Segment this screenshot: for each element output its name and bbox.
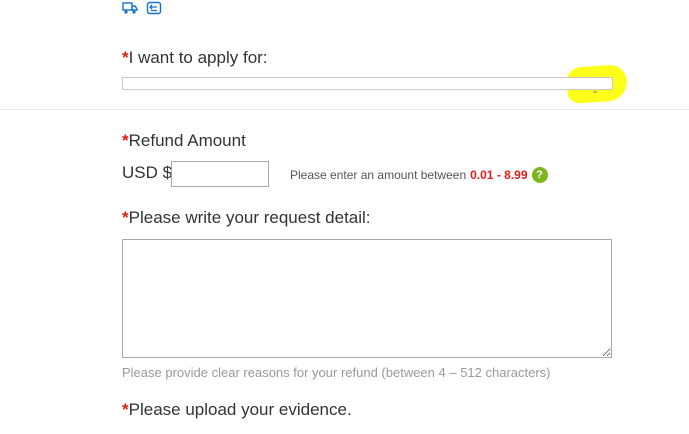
delivery-truck-icon[interactable]	[122, 1, 138, 15]
refund-amount-label-text: Refund Amount	[128, 131, 246, 150]
evidence-label-text: Please upload your evidence.	[128, 400, 352, 419]
return-box-icon[interactable]	[146, 1, 162, 15]
apply-for-label-text: I want to apply for:	[128, 48, 268, 67]
evidence-label: *Please upload your evidence.	[122, 400, 352, 420]
required-mark: *	[122, 48, 129, 67]
apply-for-label: *I want to apply for:	[122, 48, 268, 68]
required-mark: *	[122, 208, 129, 227]
top-icon-row	[122, 1, 162, 15]
refund-amount-label: *Refund Amount	[122, 131, 246, 151]
required-mark: *	[122, 131, 129, 150]
required-mark: *	[122, 400, 129, 419]
chevron-down-icon[interactable]: ⌄	[591, 86, 599, 96]
amount-range: 0.01 - 8.99	[470, 168, 528, 182]
section-divider	[0, 109, 689, 110]
refund-amount-input[interactable]	[171, 161, 269, 187]
amount-hint-text: Please enter an amount between	[290, 168, 467, 182]
request-detail-label: *Please write your request detail:	[122, 208, 371, 228]
currency-label: USD $	[122, 163, 173, 182]
apply-for-select[interactable]	[122, 77, 613, 90]
request-detail-label-text: Please write your request detail:	[128, 208, 371, 227]
amount-hint: Please enter an amount between 0.01 - 8.…	[290, 167, 548, 183]
request-detail-hint: Please provide clear reasons for your re…	[122, 365, 551, 380]
refund-form-page: *I want to apply for: ⌄ *Refund Amount U…	[0, 0, 689, 434]
request-detail-textarea[interactable]	[122, 239, 612, 358]
help-question-icon[interactable]: ?	[531, 167, 548, 183]
